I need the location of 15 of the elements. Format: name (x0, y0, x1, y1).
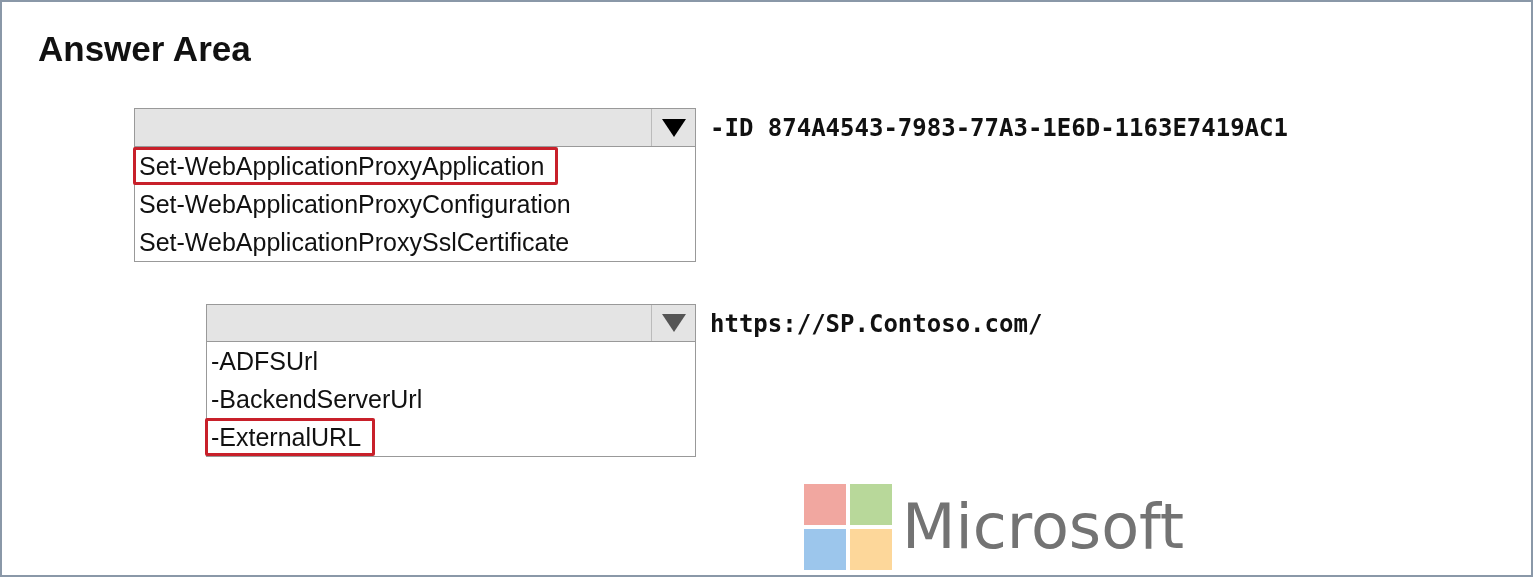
logo-text: Microsoft (902, 496, 1185, 558)
dropdown-list[interactable]: -ADFSUrl -BackendServerUrl -ExternalURL (206, 304, 696, 457)
caret-icon (660, 313, 687, 333)
parameter-text: -ID 874A4543-7983-77A3-1E6D-1163E7419AC1 (710, 113, 1288, 144)
dropdown-option[interactable]: -BackendServerUrl (205, 380, 429, 418)
caret-icon (660, 117, 687, 138)
dropdown-option[interactable]: Set-WebApplicationProxyApplication (133, 147, 559, 185)
windows-logo-icon (804, 484, 892, 570)
dropdown-option[interactable]: -ExternalURL (205, 418, 376, 456)
dropdown-option[interactable]: -ADFSUrl (205, 342, 324, 380)
dropdown-list[interactable]: Set-WebApplicationProxyApplication Set-WebApplicationProxyConfiguration Set-WebApplicationProxySslCertificate (134, 108, 696, 262)
answer-area-title: Answer Area (38, 28, 251, 70)
parameter-text: https://SP.Contoso.com/ (710, 309, 1043, 340)
dropdown-option[interactable]: Set-WebApplicationProxyConfiguration (133, 185, 577, 223)
dropdown-option[interactable]: Set-WebApplicationProxySslCertificate (133, 223, 576, 261)
